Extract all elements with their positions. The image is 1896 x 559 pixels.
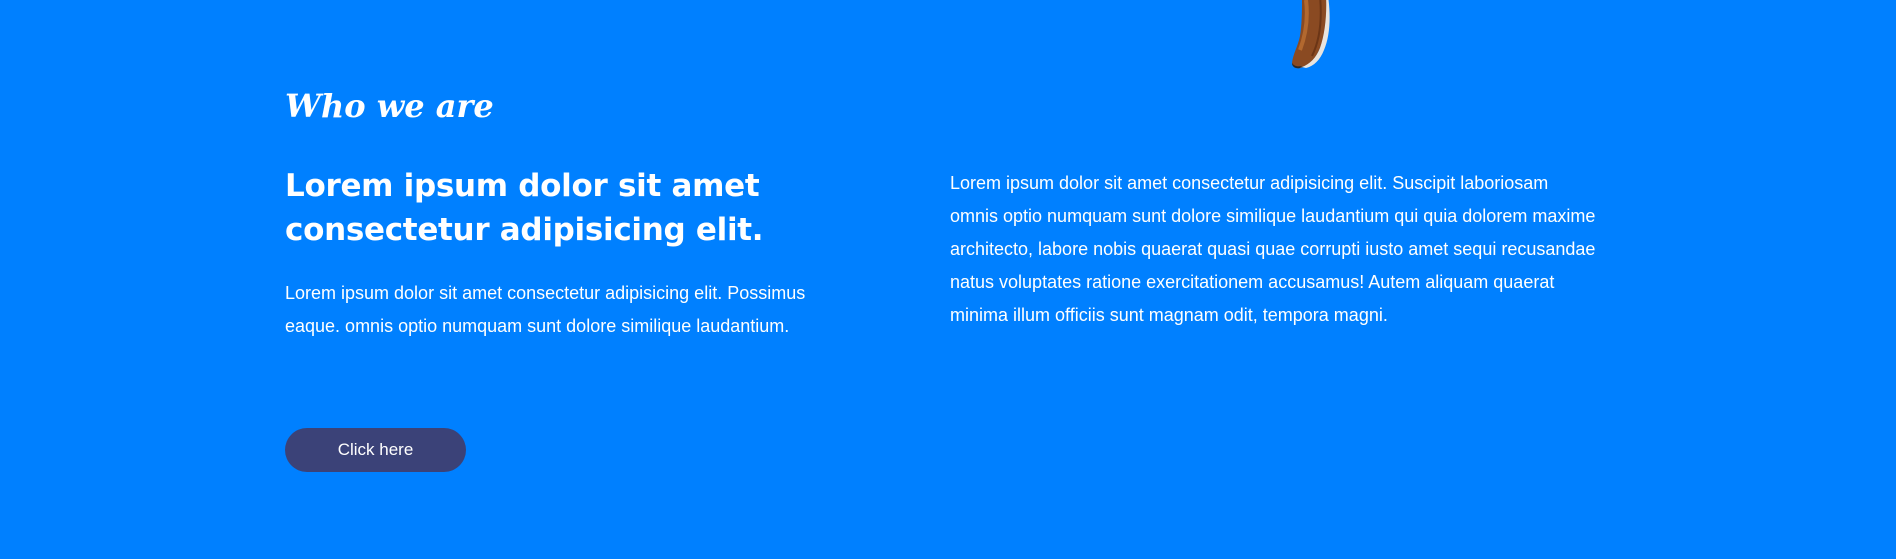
section-headline: Lorem ipsum dolor sit amet consectetur a… [285,168,764,248]
shoe-image [1292,0,1330,69]
section-lead-text: Lorem ipsum dolor sit amet consectetur a… [285,283,806,336]
section-eyebrow: Who we are [285,87,494,125]
click-here-button[interactable]: Click here [285,428,466,472]
section-side-text: Lorem ipsum dolor sit amet consectetur a… [950,173,1596,325]
